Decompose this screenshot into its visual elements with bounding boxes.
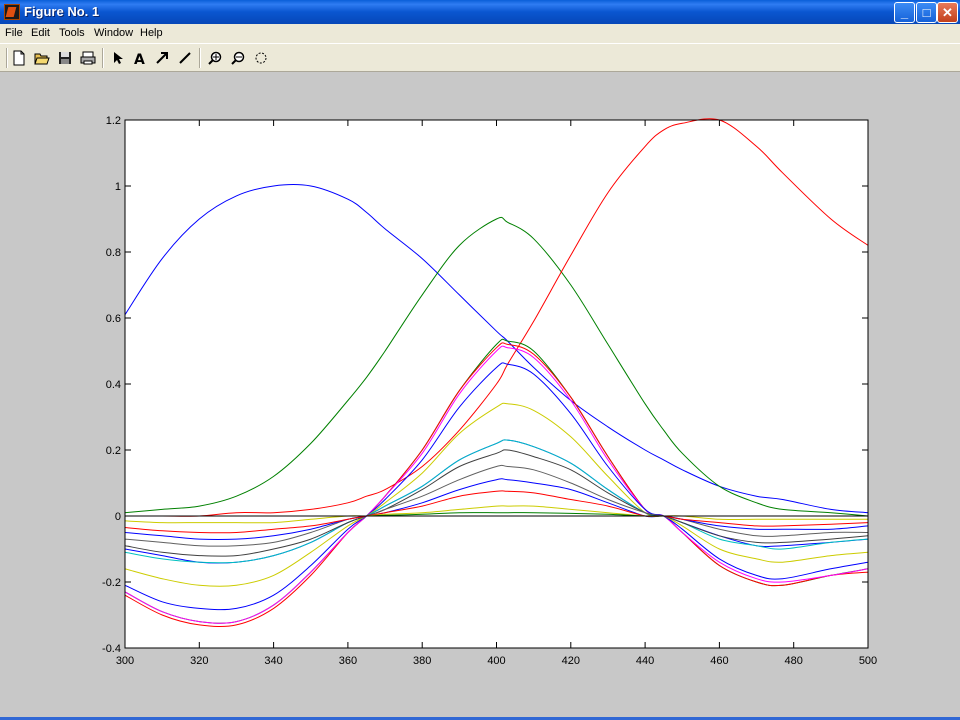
rotate-3d-icon[interactable]	[252, 49, 270, 67]
insert-line-icon[interactable]	[176, 49, 194, 67]
x-tick-label: 380	[413, 655, 431, 667]
new-figure-icon[interactable]	[10, 49, 28, 67]
x-tick-label: 460	[710, 655, 728, 667]
insert-text-icon[interactable]: A	[131, 49, 149, 67]
minimize-button[interactable]: _	[894, 2, 915, 23]
x-tick-label: 400	[487, 655, 505, 667]
menu-file[interactable]: File	[5, 27, 23, 39]
y-tick-label: 1.2	[106, 115, 121, 127]
x-tick-label: 500	[859, 655, 877, 667]
x-tick-label: 300	[116, 655, 134, 667]
matlab-app-icon[interactable]	[4, 4, 20, 20]
maximize-button[interactable]: □	[916, 2, 937, 23]
y-tick-label: 1	[115, 181, 121, 193]
x-tick-label: 480	[785, 655, 803, 667]
open-icon[interactable]	[33, 49, 51, 67]
y-tick-label: 0.6	[106, 313, 121, 325]
figure-area: 300 320 340 360 380 400 420 440 460 480 500 -0.4 -0.…	[0, 72, 960, 720]
plot-axes[interactable]: 300 320 340 360 380 400 420 440 460 480 500 -0.4 -0.…	[0, 72, 960, 720]
close-button[interactable]: ✕	[937, 2, 958, 23]
x-tick-label: 320	[190, 655, 208, 667]
menu-bar: File Edit Tools Window Help	[0, 24, 960, 43]
x-tick-label: 340	[264, 655, 282, 667]
toolbar-separator	[102, 48, 104, 68]
toolbar: A	[0, 43, 960, 72]
window-title: Figure No. 1	[24, 4, 100, 19]
menu-help[interactable]: Help	[140, 27, 163, 39]
toolbar-separator	[6, 48, 8, 68]
menu-window[interactable]: Window	[94, 27, 133, 39]
y-tick-label: -0.4	[102, 643, 121, 655]
y-tick-label: 0.4	[106, 379, 121, 391]
toolbar-separator	[199, 48, 201, 68]
menu-edit[interactable]: Edit	[31, 27, 50, 39]
svg-text:A: A	[134, 52, 145, 65]
title-bar[interactable]: Figure No. 1 _ □ ✕	[0, 0, 960, 24]
y-tick-label: -0.2	[102, 577, 121, 589]
zoom-in-icon[interactable]	[206, 49, 224, 67]
y-tick-label: 0.2	[106, 445, 121, 457]
x-tick-label: 420	[562, 655, 580, 667]
insert-arrow-icon[interactable]	[153, 49, 171, 67]
y-tick-label: 0	[115, 511, 121, 523]
save-icon[interactable]	[56, 49, 74, 67]
print-icon[interactable]	[79, 49, 97, 67]
menu-tools[interactable]: Tools	[59, 27, 85, 39]
x-tick-label: 440	[636, 655, 654, 667]
y-tick-label: 0.8	[106, 247, 121, 259]
x-tick-label: 360	[339, 655, 357, 667]
zoom-out-icon[interactable]	[229, 49, 247, 67]
select-arrow-icon[interactable]	[109, 49, 127, 67]
